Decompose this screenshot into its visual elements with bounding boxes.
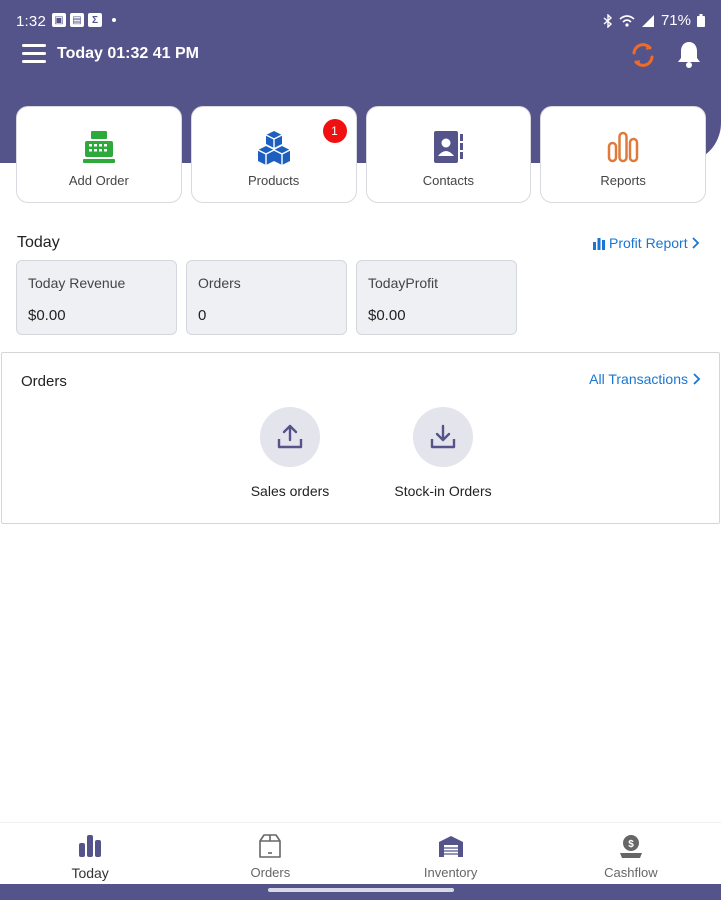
chevron-right-icon [693,373,701,385]
sync-icon[interactable] [628,40,658,70]
app-title: Today 01:32 41 PM [57,45,199,62]
nav-label: Cashflow [604,865,658,880]
sales-orders-circle [260,407,320,467]
quick-action-tiles: Add Order Products 1 Contacts Reports [16,106,706,203]
status-time: 1:32 [16,13,46,30]
wifi-icon [619,14,635,27]
notification-icons: ▣ ▤ Σ [52,13,116,27]
nav-today[interactable]: Today [0,823,180,884]
stat-label: TodayProfit [368,275,439,291]
nav-cashflow[interactable]: $ Cashflow [541,823,721,884]
mini-bar-chart-icon [593,237,605,250]
bluetooth-icon [603,13,612,28]
chevron-right-icon [691,237,699,249]
stock-in-orders-button[interactable]: Stock-in Orders [383,407,503,499]
battery-icon [697,14,705,27]
home-gesture-pill[interactable] [268,888,454,892]
today-section-title: Today [17,234,60,251]
profit-report-link[interactable]: Profit Report [592,235,700,251]
tile-label: Products [247,173,300,188]
stock-in-orders-circle [413,407,473,467]
today-orders-card[interactable]: Orders 0 [186,260,347,335]
today-stats: Today Revenue $0.00 Orders 0 TodayProfit… [16,260,517,335]
status-right: 71% [603,12,705,29]
download-tray-icon [430,424,456,449]
status-bar: 1:32 ▣ ▤ Σ 71% [0,0,721,42]
orders-section-title: Orders [21,373,67,390]
reports-tile[interactable]: Reports [540,106,706,203]
svg-text:$: $ [628,839,634,850]
today-profit-card[interactable]: TodayProfit $0.00 [356,260,517,335]
stat-value: $0.00 [368,307,406,324]
money-bag-icon: $ [619,835,642,858]
signal-icon [641,14,654,27]
all-transactions-label: All Transactions [589,371,688,387]
tile-label: Add Order [68,173,129,188]
contact-book-icon [434,131,464,163]
cash-register-icon [82,131,115,163]
app-bar: Today 01:32 41 PM [0,38,721,72]
add-order-tile[interactable]: Add Order [16,106,182,203]
products-badge: 1 [322,119,347,143]
today-revenue-card[interactable]: Today Revenue $0.00 [16,260,177,335]
hamburger-menu-icon[interactable] [22,44,46,64]
stat-label: Today Revenue [28,275,126,291]
products-tile[interactable]: Products 1 [190,106,357,203]
sales-orders-button[interactable]: Sales orders [230,407,350,499]
stock-in-orders-label: Stock-in Orders [394,483,492,499]
battery-percent: 71% [660,12,691,29]
orders-panel: Orders All Transactions Sales orders Sto… [1,352,720,524]
bottom-navigation: Today Orders Inventory $ Cashflow [0,822,721,884]
bar-chart-icon [79,835,102,857]
sales-orders-label: Sales orders [250,483,330,499]
image-notification-icon: ▣ [52,13,66,27]
nav-label: Inventory [423,865,478,880]
package-icon [259,834,282,858]
nav-inventory[interactable]: Inventory [361,823,541,884]
system-navigation-bar [0,884,721,900]
stat-value: 0 [198,307,207,324]
upload-tray-icon [277,424,303,449]
nav-orders[interactable]: Orders [180,823,360,884]
bell-icon[interactable] [676,40,702,68]
more-notifications-icon [112,18,116,22]
nav-label: Today [71,865,109,881]
contacts-tile[interactable]: Contacts [365,106,532,203]
sigma-notification-icon: Σ [88,13,102,27]
tile-label: Contacts [422,173,475,188]
nav-label: Orders [250,865,291,880]
profit-report-label: Profit Report [609,235,688,251]
stat-value: $0.00 [28,307,66,324]
all-transactions-link[interactable]: All Transactions [589,371,701,387]
tile-label: Reports [600,173,646,188]
stat-label: Orders [198,275,241,291]
boxes-icon [257,131,290,165]
warehouse-icon [438,836,463,857]
bar-chart-icon [607,131,639,163]
news-notification-icon: ▤ [70,13,84,27]
